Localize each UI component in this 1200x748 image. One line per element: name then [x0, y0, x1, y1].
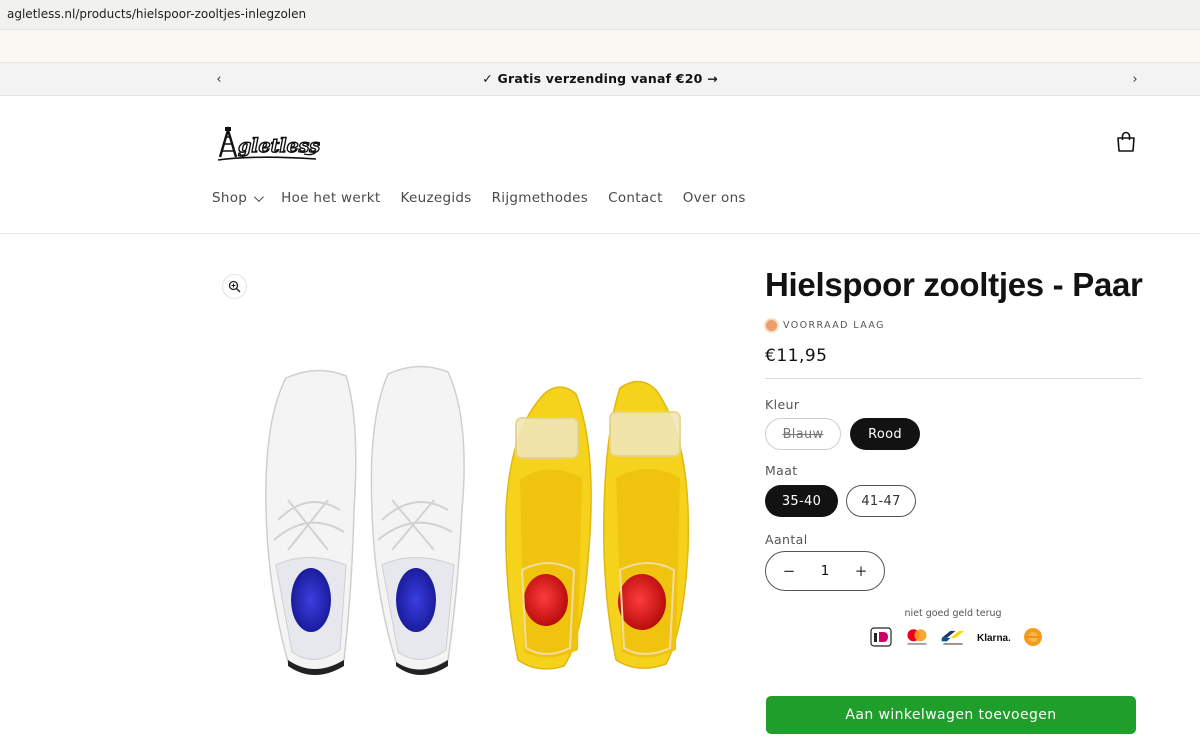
- browser-address-bar[interactable]: agletless.nl/products/hielspoor-zooltjes…: [0, 0, 1200, 30]
- ideal-icon: [868, 625, 894, 649]
- svg-text:gletless: gletless: [238, 135, 320, 157]
- size-option-label: 41-47: [861, 493, 901, 509]
- svg-text:Klarna.: Klarna.: [977, 633, 1010, 644]
- announcement-text: Gratis verzending vanaf €20: [497, 71, 703, 86]
- site-header: gletless Shop Hoe het werkt Keuzegids Ri…: [0, 96, 1200, 234]
- quantity-decrease-button[interactable]: −: [780, 562, 798, 580]
- yellow-shoe-left: [505, 386, 592, 670]
- bancontact-icon: [940, 625, 966, 649]
- nav-item-label: Keuzegids: [400, 190, 472, 206]
- product-title: Hielspoor zooltjes - Paar: [765, 266, 1143, 303]
- colour-option-label: Blauw: [782, 426, 824, 442]
- size-label: Maat: [765, 463, 798, 478]
- add-to-cart-button[interactable]: Aan winkelwagen toevoegen: [766, 696, 1136, 734]
- cart-button[interactable]: [1113, 129, 1139, 155]
- chevron-down-icon: [254, 191, 265, 202]
- quantity-value[interactable]: 1: [821, 563, 830, 579]
- stock-status-dot: [766, 320, 777, 331]
- white-shoe-right: [370, 365, 465, 675]
- nav-item-over-ons[interactable]: Over ons: [683, 190, 746, 206]
- colour-label: Kleur: [765, 397, 800, 412]
- quantity-increase-button[interactable]: +: [852, 562, 870, 580]
- white-shoe-left: [265, 369, 357, 675]
- shopping-bag-icon: [1117, 131, 1135, 152]
- size-option-41-47[interactable]: 41-47: [846, 485, 916, 517]
- chevron-right-icon: ›: [1132, 72, 1138, 87]
- nav-item-rijgmethodes[interactable]: Rijgmethodes: [492, 190, 589, 206]
- nav-item-label: Contact: [608, 190, 663, 206]
- colour-option-blauw[interactable]: Blauw: [765, 418, 841, 450]
- zoom-button[interactable]: [222, 274, 247, 299]
- stock-indicator: VOORRAAD LAAG: [766, 320, 885, 331]
- nav-item-hoe-het-werkt[interactable]: Hoe het werkt: [281, 190, 380, 206]
- nav-item-contact[interactable]: Contact: [608, 190, 663, 206]
- nav-item-label: Hoe het werkt: [281, 190, 381, 206]
- address-url[interactable]: agletless.nl/products/hielspoor-zooltjes…: [7, 7, 306, 21]
- mastercard-icon: [904, 625, 930, 649]
- yellow-shoe-right: [603, 380, 690, 669]
- product-price: €11,95: [765, 346, 828, 366]
- arrow-right-icon: →: [707, 71, 718, 86]
- quantity-stepper: − 1 +: [765, 551, 885, 591]
- nav-item-label: Rijgmethodes: [491, 190, 589, 206]
- shoes-with-insoles-image: [265, 365, 690, 675]
- divider: [765, 378, 1141, 379]
- nav-item-label: Shop: [212, 190, 248, 206]
- add-to-cart-label: Aan winkelwagen toevoegen: [845, 707, 1057, 723]
- stock-text: VOORRAAD LAAG: [783, 320, 885, 331]
- klarna-icon: Klarna.: [976, 625, 1010, 649]
- nav-item-label: Over ons: [682, 190, 746, 206]
- size-option-label: 35-40: [781, 493, 822, 509]
- product-image[interactable]: [248, 360, 708, 680]
- announcement-bar: ‹ ✓ Gratis verzending vanaf €20 → ›: [0, 63, 1200, 96]
- main-navigation: Shop Hoe het werkt Keuzegids Rijgmethode…: [212, 190, 766, 206]
- quantity-label: Aantal: [765, 532, 808, 547]
- browser-toolbar-strip: [0, 30, 1200, 63]
- colour-option-label: Rood: [868, 426, 902, 442]
- announcement-message[interactable]: ✓ Gratis verzending vanaf €20 →: [0, 71, 1200, 86]
- colour-option-rood[interactable]: Rood: [850, 418, 920, 450]
- money-back-guarantee: niet goed geld terug: [904, 608, 1002, 619]
- postnl-icon: [1020, 625, 1046, 649]
- check-icon: ✓: [482, 71, 493, 86]
- nav-item-shop[interactable]: Shop: [212, 190, 265, 206]
- size-option-35-40[interactable]: 35-40: [765, 485, 838, 517]
- zoom-in-icon: [228, 280, 241, 293]
- logo-image: gletless: [217, 125, 321, 161]
- payment-methods: Klarna.: [868, 625, 1046, 649]
- announcement-next-button[interactable]: ›: [1125, 70, 1145, 90]
- nav-item-keuzegids[interactable]: Keuzegids: [401, 190, 472, 206]
- site-logo[interactable]: gletless: [216, 124, 321, 164]
